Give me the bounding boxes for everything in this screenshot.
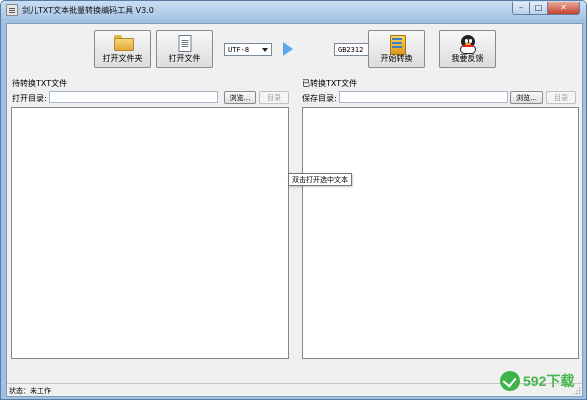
open-file-label: 打开文件	[168, 54, 201, 63]
chevron-down-icon	[262, 48, 268, 52]
source-encoding-value: UTF-8	[228, 46, 250, 54]
tooltip: 双击打开选中文本	[288, 173, 352, 186]
maximize-button[interactable]: □	[530, 2, 548, 15]
watermark-text: 592下载	[523, 373, 575, 389]
save-dir-button[interactable]: 目录	[546, 91, 576, 104]
status-text: 状态：未工作	[9, 387, 51, 395]
target-encoding-value: GB2312	[338, 46, 364, 54]
folder-icon	[113, 35, 134, 51]
open-dir-button[interactable]: 目录	[259, 91, 289, 104]
save-dir-browse-button[interactable]: 浏览...	[510, 91, 543, 104]
play-arrow-icon	[283, 42, 293, 56]
checkmark-icon	[500, 371, 520, 391]
converted-files-heading: 已转换TXT文件	[302, 79, 358, 88]
converted-files-list[interactable]	[302, 107, 579, 359]
source-encoding-select[interactable]: UTF-8	[224, 43, 272, 56]
open-folder-button[interactable]: 打开文件夹	[94, 30, 151, 68]
client-area: 打开文件夹 打开文件 UTF-8 GB2312 开始转换 我要反馈 待转换TXT…	[6, 23, 583, 397]
convert-icon	[388, 35, 406, 55]
open-file-button[interactable]: 打开文件	[156, 30, 213, 68]
qq-penguin-icon	[459, 35, 477, 55]
feedback-label: 我要反馈	[451, 54, 484, 63]
status-bar: 状态：未工作	[7, 383, 582, 396]
watermark-logo: 592下载	[500, 369, 574, 393]
save-dir-label: 保存目录:	[302, 94, 337, 103]
open-dir-input[interactable]	[49, 91, 218, 103]
minimize-button[interactable]: –	[512, 2, 530, 15]
pending-files-heading: 待转换TXT文件	[12, 79, 68, 88]
start-convert-label: 开始转换	[380, 54, 413, 63]
notepad-icon	[6, 4, 18, 16]
close-button[interactable]: ✕	[548, 2, 580, 15]
start-convert-button[interactable]: 开始转换	[368, 30, 425, 68]
open-dir-label: 打开目录:	[12, 94, 47, 103]
file-icon	[178, 35, 191, 52]
open-folder-label: 打开文件夹	[102, 54, 143, 63]
pending-files-list[interactable]	[11, 107, 289, 359]
window-title: 剑儿TXT文本批量转换编码工具 V3.0	[22, 6, 154, 15]
app-window: 剑儿TXT文本批量转换编码工具 V3.0 – □ ✕ 打开文件夹 打开文件 UT…	[0, 0, 587, 400]
caption-buttons: – □ ✕	[512, 2, 580, 15]
save-dir-input[interactable]	[339, 91, 508, 103]
title-bar: 剑儿TXT文本批量转换编码工具 V3.0 – □ ✕	[1, 1, 586, 19]
open-dir-browse-button[interactable]: 浏览...	[224, 91, 256, 104]
feedback-button[interactable]: 我要反馈	[439, 30, 496, 68]
